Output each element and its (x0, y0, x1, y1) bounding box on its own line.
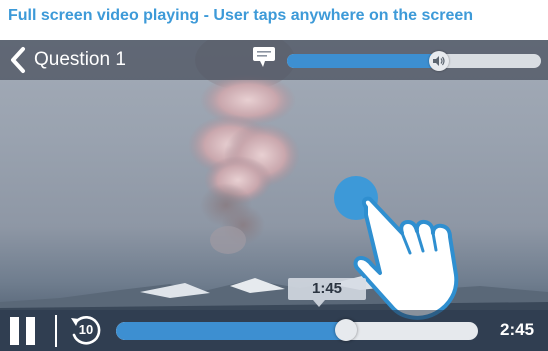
rewind-10-button[interactable]: 10 (68, 313, 104, 349)
back-button[interactable]: Question 1 (8, 44, 126, 76)
video-player[interactable]: Question 1 1:45 10 2:45 (0, 40, 548, 351)
controls-divider (55, 315, 57, 347)
caption-text: Full screen video playing - User taps an… (8, 7, 474, 24)
current-time-tooltip: 1:45 (288, 278, 366, 307)
tap-hand-icon (353, 196, 459, 320)
pause-icon (10, 317, 19, 345)
pause-button[interactable] (10, 317, 36, 345)
video-top-bar: Question 1 (0, 40, 548, 80)
duration-label: 2:45 (500, 320, 535, 339)
seek-progress (116, 322, 347, 340)
seek-bar[interactable] (116, 322, 478, 340)
video-controls: 10 2:45 (0, 310, 548, 351)
instruction-caption: Full screen video playing - User taps an… (0, 0, 548, 40)
volume-handle[interactable] (429, 51, 450, 71)
video-title: Question 1 (34, 49, 126, 70)
speaker-icon (433, 56, 445, 66)
volume-slider[interactable] (287, 54, 541, 68)
volume-fill (287, 54, 440, 68)
chevron-left-icon (11, 47, 25, 73)
rewind-seconds: 10 (78, 322, 94, 337)
pause-icon (26, 317, 35, 345)
speech-bubble-icon[interactable] (251, 45, 277, 69)
